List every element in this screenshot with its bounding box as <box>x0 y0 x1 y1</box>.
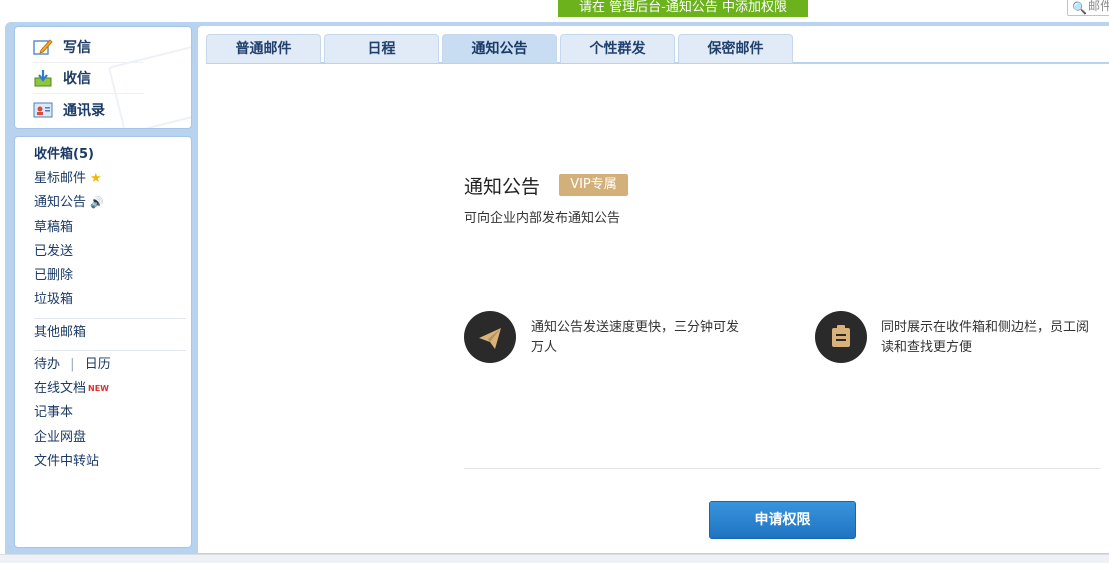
receive-divider <box>33 93 143 94</box>
compose-divider <box>33 62 143 63</box>
tab-normal-mail[interactable]: 普通邮件 <box>206 34 321 63</box>
feature-speed-text: 通知公告发送速度更快，三分钟可发万人 <box>531 320 740 355</box>
folder-drafts[interactable]: 草稿箱 <box>34 219 73 237</box>
contacts-button[interactable]: 通讯录 <box>33 99 105 121</box>
tab-group-send[interactable]: 个性群发 <box>560 34 675 63</box>
todo-link[interactable]: 待办 <box>34 357 60 372</box>
receive-button[interactable]: 收信 <box>33 67 91 89</box>
permission-notice-banner: 请在 管理后台-通知公告 中添加权限 <box>558 0 808 17</box>
notepad-link[interactable]: 记事本 <box>34 404 73 422</box>
calendar-link[interactable]: 日历 <box>85 357 111 372</box>
compose-panel: 写信 收信 通讯录 <box>14 26 192 129</box>
main-content: 普通邮件 日程 通知公告 个性群发 保密邮件 <box>198 26 1109 553</box>
folder-deleted[interactable]: 已删除 <box>34 267 73 285</box>
netdisk-link[interactable]: 企业网盘 <box>34 429 86 447</box>
folder-other-mailbox[interactable]: 其他邮箱 <box>34 324 86 342</box>
mail-search-input[interactable]: 🔍 邮件 <box>1067 0 1109 16</box>
online-docs-link[interactable]: 在线文档 NEW <box>34 380 109 398</box>
notice-title: 通知公告 <box>464 176 541 198</box>
folder-notice-label: 通知公告 <box>34 195 87 210</box>
vip-badge: VIP专属 <box>559 174 628 196</box>
folder-starred-label: 星标邮件 <box>34 171 87 186</box>
top-bar: 请在 管理后台-通知公告 中添加权限 🔍 邮件 <box>0 0 1109 22</box>
notice-subtitle: 可向企业内部发布通知公告 <box>464 211 621 226</box>
tab-schedule[interactable]: 日程 <box>324 34 439 63</box>
new-badge: NEW <box>88 384 109 393</box>
tab-notice[interactable]: 通知公告 <box>442 34 557 63</box>
bottom-status-strip <box>0 554 1109 563</box>
compose-type-tabs: 普通邮件 日程 通知公告 个性群发 保密邮件 <box>206 34 1109 64</box>
inbox-download-icon <box>33 69 53 87</box>
online-docs-label: 在线文档 <box>34 381 87 396</box>
folder-inbox[interactable]: 收件箱(5) <box>34 146 94 164</box>
folder-divider <box>34 318 186 319</box>
notice-board-icon <box>815 311 867 363</box>
paper-plane-icon <box>464 311 516 363</box>
envelope-watermark-icon <box>107 45 191 128</box>
tools-divider <box>34 350 186 351</box>
folder-starred[interactable]: 星标邮件 ★ <box>34 170 102 188</box>
receive-label: 收信 <box>63 71 91 87</box>
contacts-label: 通讯录 <box>63 103 105 119</box>
feature-display-text: 同时展示在收件箱和侧边栏，员工阅读和查找更方便 <box>881 320 1090 355</box>
folder-notice[interactable]: 通知公告 🔊 <box>34 194 104 212</box>
file-transfer-link[interactable]: 文件中转站 <box>34 453 99 471</box>
search-icon: 🔍 <box>1072 1 1087 15</box>
search-placeholder: 邮件 <box>1088 0 1109 13</box>
compose-label: 写信 <box>63 40 91 56</box>
folder-sent[interactable]: 已发送 <box>34 243 73 261</box>
compose-icon <box>33 38 53 56</box>
compose-button[interactable]: 写信 <box>33 36 91 58</box>
tools-row: 待办 | 日历 <box>34 356 111 374</box>
folder-panel: 收件箱(5) 星标邮件 ★ 通知公告 🔊 草稿箱 已发送 已删除 垃圾箱 其他邮箱 … <box>14 136 192 548</box>
content-divider <box>464 468 1101 469</box>
tab-secret-mail[interactable]: 保密邮件 <box>678 34 793 63</box>
star-icon: ★ <box>90 171 102 186</box>
speaker-icon: 🔊 <box>90 196 104 209</box>
contacts-icon <box>33 101 53 119</box>
todo-calendar-separator: | <box>70 357 75 372</box>
apply-permission-button[interactable]: 申请权限 <box>709 501 856 539</box>
folder-spam[interactable]: 垃圾箱 <box>34 291 73 309</box>
